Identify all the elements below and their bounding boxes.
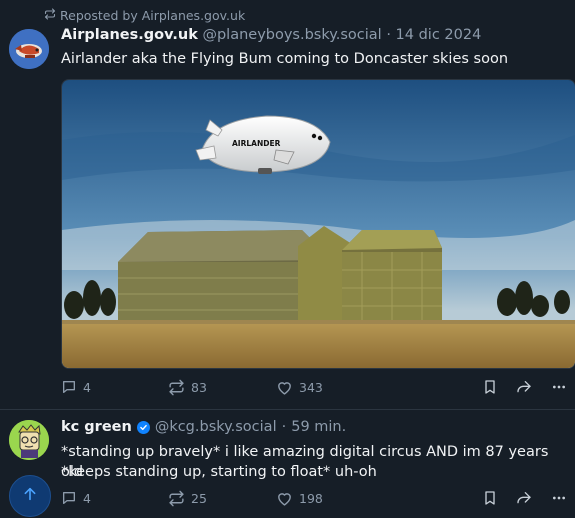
- repost-icon: [44, 8, 56, 23]
- divider: [0, 409, 575, 410]
- scroll-to-top-button[interactable]: [9, 475, 51, 517]
- share-button[interactable]: [515, 379, 533, 395]
- separator: ·: [386, 27, 391, 43]
- more-icon: [550, 379, 568, 395]
- post-actions: 4 83 343: [61, 379, 575, 399]
- repost-count: 83: [191, 380, 207, 395]
- more-button[interactable]: [550, 379, 568, 395]
- avatar[interactable]: [9, 29, 49, 69]
- like-count: 343: [299, 380, 323, 395]
- repost-button[interactable]: 83: [168, 379, 207, 396]
- reply-icon: [61, 379, 77, 395]
- repost-count: 25: [191, 491, 207, 506]
- post-header: Airplanes.gov.uk @planeyboys.bsky.social…: [61, 27, 481, 43]
- verified-icon: [136, 420, 150, 434]
- repost-indicator[interactable]: Reposted by Airplanes.gov.uk: [44, 8, 245, 23]
- avatar[interactable]: [9, 420, 49, 460]
- more-icon: [550, 490, 568, 506]
- reply-count: 4: [83, 379, 91, 395]
- like-button[interactable]: 343: [276, 379, 323, 396]
- airship-logo-text: AIRLANDER: [232, 139, 281, 148]
- more-button[interactable]: [550, 490, 568, 506]
- post-image[interactable]: AIRLANDER: [61, 79, 575, 369]
- post-text-line-2: *keeps standing up, starting to float* u…: [61, 464, 377, 480]
- reply-count: 4: [83, 490, 91, 506]
- like-icon: [276, 379, 293, 396]
- like-count: 198: [299, 491, 323, 506]
- like-button[interactable]: 198: [276, 490, 323, 507]
- reply-icon: [61, 490, 77, 506]
- repost-icon: [168, 490, 185, 507]
- post-date[interactable]: 14 dic 2024: [396, 27, 482, 43]
- reply-button[interactable]: 4: [61, 490, 91, 506]
- bookmark-button[interactable]: [482, 490, 498, 506]
- author-handle[interactable]: @planeyboys.bsky.social: [202, 27, 381, 43]
- like-icon: [276, 490, 293, 507]
- bookmark-icon: [482, 490, 498, 506]
- bookmark-icon: [482, 379, 498, 395]
- arrow-up-icon: [22, 486, 38, 506]
- repost-icon: [168, 379, 185, 396]
- post-actions: 4 25 198: [61, 490, 575, 510]
- author-name[interactable]: kc green: [61, 419, 132, 435]
- bookmark-button[interactable]: [482, 379, 498, 395]
- author-handle[interactable]: @kcg.bsky.social: [155, 419, 277, 435]
- share-button[interactable]: [515, 490, 533, 506]
- share-icon: [515, 490, 533, 506]
- reply-button[interactable]: 4: [61, 379, 91, 395]
- author-name[interactable]: Airplanes.gov.uk: [61, 27, 198, 43]
- post-time[interactable]: 59 min.: [291, 419, 346, 435]
- post-text: Airlander aka the Flying Bum coming to D…: [61, 51, 509, 67]
- repost-button[interactable]: 25: [168, 490, 207, 507]
- post-header: kc green @kcg.bsky.social · 59 min.: [61, 419, 346, 435]
- separator: ·: [281, 419, 287, 435]
- share-icon: [515, 379, 533, 395]
- repost-label: Reposted by Airplanes.gov.uk: [60, 8, 246, 23]
